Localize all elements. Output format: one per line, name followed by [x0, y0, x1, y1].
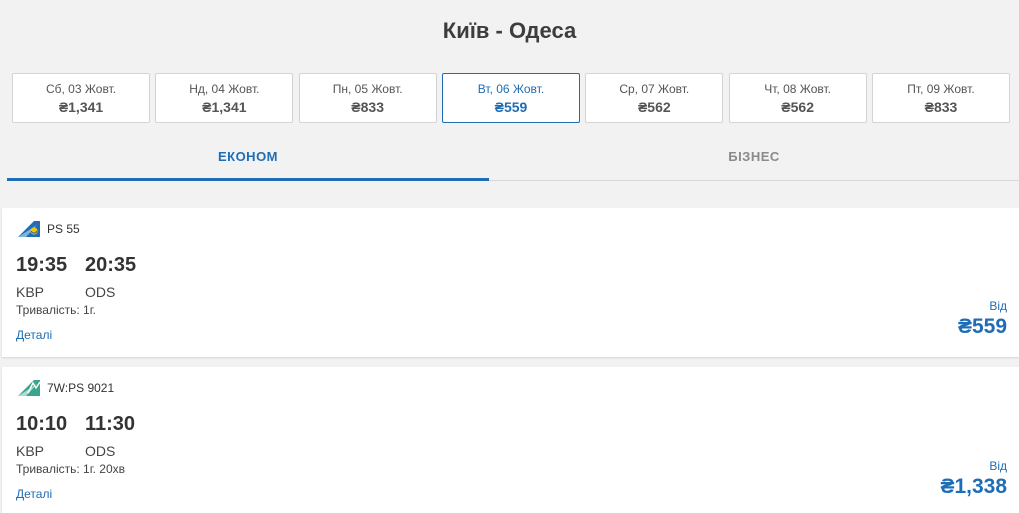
- date-card-selected[interactable]: Вт, 06 Жовт. ₴559: [441, 73, 580, 123]
- price-from-label: Від: [989, 299, 1007, 313]
- date-label: Вт, 06 Жовт.: [477, 81, 545, 96]
- date-price: ₴833: [351, 98, 384, 115]
- details-link[interactable]: Деталі: [16, 487, 52, 501]
- flight-times: 19:35 20:35: [16, 254, 154, 277]
- tab-business[interactable]: БІЗНЕС: [489, 140, 1019, 181]
- arrival-time: 20:35: [85, 254, 137, 276]
- flight-card[interactable]: PS 55 19:35 20:35 KBP ODS Тривалість: 1г…: [2, 208, 1019, 357]
- date-card-4[interactable]: Ср, 07 Жовт. ₴562: [585, 73, 724, 123]
- departure-airport: KBP: [16, 443, 45, 459]
- date-price: ₴833: [924, 98, 958, 115]
- airline-info: 7W:PS 9021: [16, 379, 114, 397]
- date-card-6[interactable]: Пт, 09 Жовт. ₴833: [871, 73, 1010, 123]
- date-label: Пт, 09 Жовт.: [907, 81, 975, 96]
- date-price: ₴562: [637, 98, 671, 115]
- airport-codes: KBP ODS: [16, 284, 154, 300]
- date-label: Чт, 08 Жовт.: [764, 81, 832, 96]
- uia-tail-logo-icon: [18, 221, 40, 237]
- airline-info: PS 55: [16, 220, 80, 238]
- date-price: ₴562: [781, 98, 814, 115]
- date-price: ₴1,341: [202, 98, 247, 115]
- date-selector: Сб, 03 Жовт. ₴1,341 Нд, 04 Жовт. ₴1,341 …: [12, 73, 1010, 123]
- arrival-airport: ODS: [85, 443, 116, 459]
- flight-card[interactable]: 7W:PS 9021 10:10 11:30 KBP ODS Триваліст…: [2, 367, 1019, 513]
- flight-times: 10:10 11:30: [16, 413, 154, 436]
- airport-codes: KBP ODS: [16, 443, 154, 459]
- tab-economy[interactable]: ЕКОНОМ: [7, 140, 489, 181]
- windrose-tail-logo-icon: [18, 380, 41, 396]
- arrival-time: 11:30: [85, 413, 136, 435]
- flight-duration: Тривалість: 1г. 20хв: [16, 462, 126, 476]
- date-label: Сб, 03 Жовт.: [45, 81, 117, 96]
- flight-price[interactable]: ₴1,338: [940, 475, 1007, 499]
- date-price: ₴1,341: [58, 98, 104, 115]
- page-title: Київ - Одеса: [442, 18, 577, 43]
- flight-number: PS 55: [47, 222, 80, 236]
- date-card-1[interactable]: Нд, 04 Жовт. ₴1,341: [155, 73, 294, 123]
- departure-airport: KBP: [16, 284, 45, 300]
- departure-time: 10:10: [16, 413, 68, 435]
- flight-price[interactable]: ₴559: [958, 315, 1007, 339]
- date-card-5[interactable]: Чт, 08 Жовт. ₴562: [728, 73, 867, 123]
- departure-time: 19:35: [16, 254, 68, 276]
- date-label: Ср, 07 Жовт.: [619, 81, 690, 96]
- date-price: ₴559: [494, 98, 528, 115]
- flight-number: 7W:PS 9021: [47, 381, 115, 395]
- cabin-tabs: ЕКОНОМ БІЗНЕС: [7, 140, 1019, 181]
- date-label: Нд, 04 Жовт.: [189, 81, 260, 96]
- details-link[interactable]: Деталі: [16, 328, 52, 342]
- date-label: Пн, 05 Жовт.: [332, 81, 403, 96]
- date-card-0[interactable]: Сб, 03 Жовт. ₴1,341: [12, 73, 150, 123]
- arrival-airport: ODS: [85, 284, 116, 300]
- price-from-label: Від: [989, 459, 1007, 473]
- date-card-2[interactable]: Пн, 05 Жовт. ₴833: [298, 73, 437, 123]
- flight-duration: Тривалість: 1г.: [16, 303, 96, 317]
